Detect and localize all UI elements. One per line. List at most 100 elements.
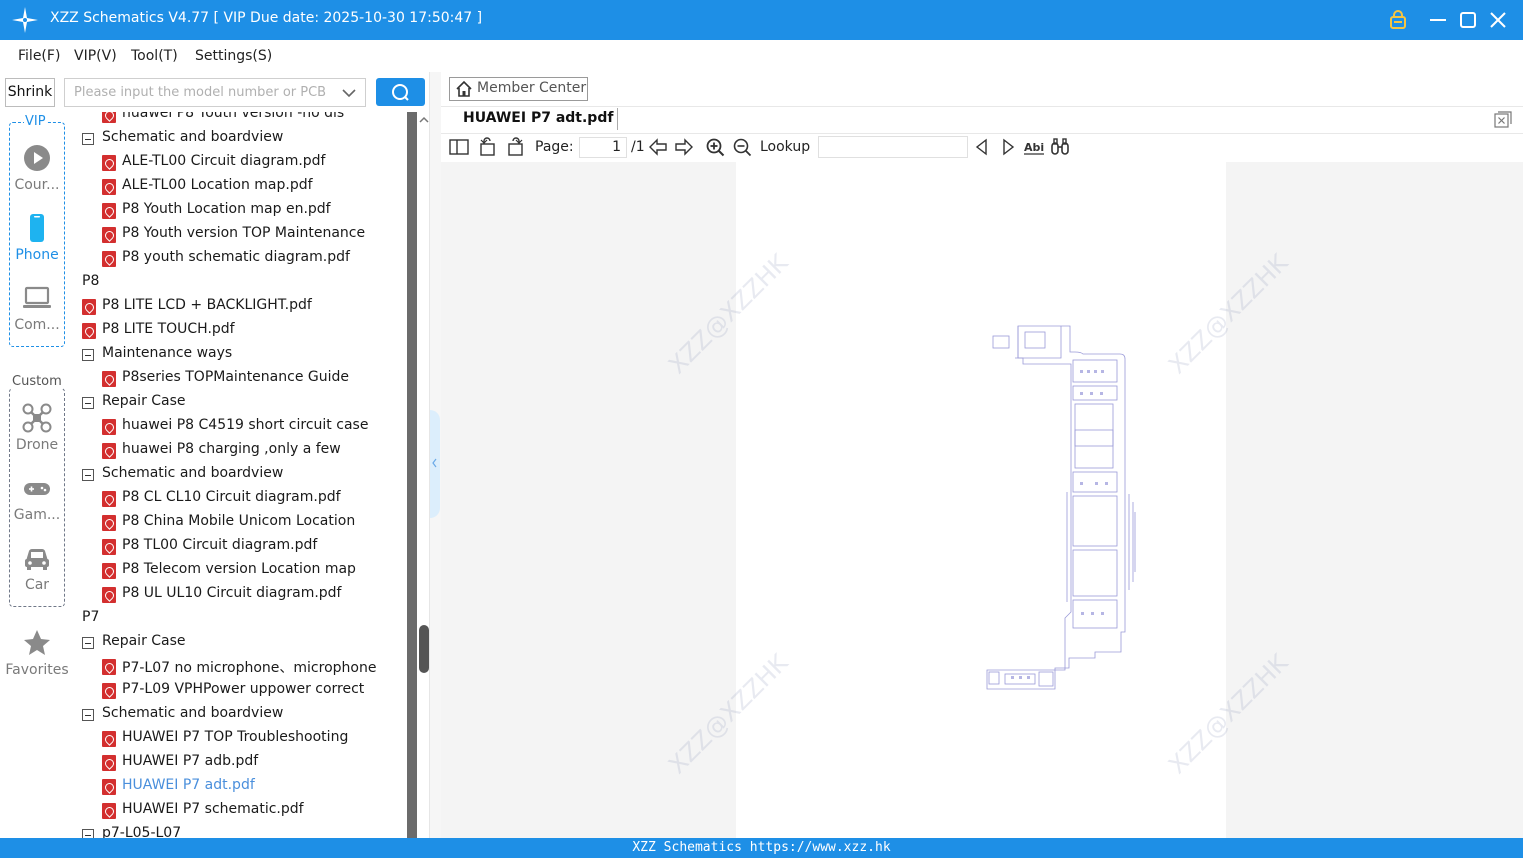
- tree-folder[interactable]: Maintenance ways: [82, 343, 407, 367]
- pdf-page[interactable]: [736, 162, 1226, 838]
- maximize-icon[interactable]: [1456, 8, 1480, 32]
- tree-folder[interactable]: p7-L05-L07: [82, 823, 407, 838]
- pdf-file-icon: [102, 251, 116, 267]
- tree-file[interactable]: HUAWEI P7 TOP Troubleshooting: [102, 727, 407, 751]
- collapse-toggle-icon[interactable]: [82, 637, 94, 649]
- tree-item-label: P8 LITE TOUCH.pdf: [102, 321, 235, 337]
- collapse-handle[interactable]: [430, 410, 440, 518]
- custom-group-label: Custom: [11, 374, 63, 389]
- sidebar-toggle-icon[interactable]: [449, 137, 469, 157]
- app-window: XZZ Schematics V4.77 [ VIP Due date: 202…: [0, 0, 1523, 858]
- collapse-toggle-icon[interactable]: [82, 469, 94, 481]
- binoculars-icon[interactable]: [1050, 137, 1070, 157]
- tree-item-label: P7-L09 VPHPower uppower correct: [122, 681, 365, 697]
- tree-folder[interactable]: P8: [74, 271, 407, 295]
- tree-item-label: HUAWEI P7 adt.pdf: [122, 777, 255, 793]
- collapse-toggle-icon[interactable]: [82, 349, 94, 361]
- tree-file[interactable]: HUAWEI P7 adt.pdf: [102, 775, 407, 799]
- pdf-file-icon: [102, 112, 116, 123]
- tree-item-label: Schematic and boardview: [102, 465, 284, 481]
- menu-tool[interactable]: Tool(T): [131, 48, 178, 64]
- zoom-in-icon[interactable]: [705, 137, 725, 157]
- tree-file[interactable]: HUAWEI P7 schematic.pdf: [102, 799, 407, 823]
- shrink-button[interactable]: Shrink: [5, 78, 55, 107]
- tree-item-label: Maintenance ways: [102, 345, 233, 361]
- tree-item-label: P8 China Mobile Unicom Location: [122, 513, 356, 529]
- close-tab-icon[interactable]: [1494, 111, 1512, 128]
- pdf-file-icon: [102, 155, 116, 171]
- tree-file[interactable]: P8 LITE LCD + BACKLIGHT.pdf: [82, 295, 407, 319]
- chevron-down-icon[interactable]: [341, 85, 357, 101]
- sidebar-item-drone[interactable]: Drone: [9, 403, 65, 453]
- close-icon[interactable]: [1486, 8, 1510, 32]
- tree-file[interactable]: P8 TL00 Circuit diagram.pdf: [102, 535, 407, 559]
- collapse-toggle-icon[interactable]: [82, 829, 94, 838]
- tree-file[interactable]: P8series TOPMaintenance Guide: [102, 367, 407, 391]
- match-case-icon[interactable]: Abi: [1023, 137, 1045, 157]
- sidebar-item-car[interactable]: Car: [9, 543, 65, 593]
- tree-file[interactable]: ALE-TL00 Circuit diagram.pdf: [102, 151, 407, 175]
- search-input[interactable]: [66, 80, 336, 105]
- tree-file[interactable]: ALE-TL00 Location map.pdf: [102, 175, 407, 199]
- tree-file[interactable]: P7-L09 VPHPower uppower correct: [102, 679, 407, 703]
- board-outline-drawing: [986, 325, 1136, 690]
- tree-item-label: HUAWEI P7 adb.pdf: [122, 753, 259, 769]
- tree-file[interactable]: huawei P8 charging ,only a few: [102, 439, 407, 463]
- pdf-file-icon: [102, 491, 116, 507]
- tree-folder[interactable]: Repair Case: [82, 391, 407, 415]
- tree-item-label: P8series TOPMaintenance Guide: [122, 369, 349, 385]
- find-previous-icon[interactable]: [972, 137, 992, 157]
- tree-folder[interactable]: Schematic and boardview: [82, 127, 407, 151]
- menu-settings[interactable]: Settings(S): [195, 48, 272, 64]
- gamepad-icon: [24, 483, 50, 495]
- zoom-out-icon[interactable]: [732, 137, 752, 157]
- tree-scrollbar-track[interactable]: [407, 112, 417, 838]
- menu-vip[interactable]: VIP(V): [74, 48, 117, 64]
- collapse-toggle-icon[interactable]: [82, 397, 94, 409]
- member-center-button[interactable]: Member Center: [449, 77, 588, 101]
- tree-file[interactable]: P8 UL UL10 Circuit diagram.pdf: [102, 583, 407, 607]
- tree-file[interactable]: huawei P8 Youth version -no dis: [102, 112, 407, 127]
- lookup-input[interactable]: [818, 136, 968, 158]
- tree-folder[interactable]: Repair Case: [82, 631, 407, 655]
- page-number-input[interactable]: 1: [579, 137, 627, 158]
- rotate-right-icon[interactable]: [505, 137, 525, 157]
- find-next-icon[interactable]: [998, 137, 1018, 157]
- minimize-icon[interactable]: [1426, 8, 1450, 32]
- tree-file[interactable]: HUAWEI P7 adb.pdf: [102, 751, 407, 775]
- tree-item-label: huawei P8 Youth version -no dis: [122, 112, 345, 121]
- collapse-toggle-icon[interactable]: [82, 133, 94, 145]
- sidebar-item-gamepad[interactable]: Gam...: [9, 473, 65, 523]
- menu-file[interactable]: File(F): [18, 48, 60, 64]
- tree-folder[interactable]: P7: [74, 607, 407, 631]
- sidebar-item-courses[interactable]: Cour...: [9, 143, 65, 193]
- sidebar-item-phone[interactable]: Phone: [9, 213, 65, 263]
- tree-scrollbar-thumb[interactable]: [419, 625, 429, 673]
- status-bar: XZZ Schematics https://www.xzz.hk: [0, 838, 1523, 858]
- sidebar-item-computer[interactable]: Com...: [9, 283, 65, 333]
- tree-file[interactable]: huawei P8 C4519 short circuit case: [102, 415, 407, 439]
- search-button[interactable]: [376, 78, 425, 106]
- tree-file[interactable]: P8 Telecom version Location map: [102, 559, 407, 583]
- play-circle-icon: [24, 145, 50, 171]
- tree-folder[interactable]: Schematic and boardview: [82, 703, 407, 727]
- tree-file[interactable]: P8 China Mobile Unicom Location: [102, 511, 407, 535]
- phone-icon: [30, 214, 44, 242]
- arrow-left-icon[interactable]: [648, 137, 668, 157]
- tree-file[interactable]: P8 youth schematic diagram.pdf: [102, 247, 407, 271]
- tree-file[interactable]: P8 Youth version TOP Maintenance: [102, 223, 407, 247]
- tree-folder[interactable]: Schematic and boardview: [82, 463, 407, 487]
- tree-file[interactable]: P8 Youth Location map en.pdf: [102, 199, 407, 223]
- tree-file[interactable]: P8 CL CL10 Circuit diagram.pdf: [102, 487, 407, 511]
- laptop-icon: [23, 286, 51, 308]
- collapse-toggle-icon[interactable]: [82, 709, 94, 721]
- rotate-left-icon[interactable]: [478, 137, 498, 157]
- sidebar-item-favorites[interactable]: Favorites: [2, 628, 72, 678]
- lock-icon[interactable]: [1386, 8, 1410, 32]
- tree-file[interactable]: P7-L07 no microphone、microphone: [102, 655, 407, 679]
- tab-active-document[interactable]: HUAWEI P7 adt.pdf: [463, 110, 613, 126]
- home-icon: [456, 80, 472, 97]
- tree-item-label: Schematic and boardview: [102, 129, 284, 145]
- tree-file[interactable]: P8 LITE TOUCH.pdf: [82, 319, 407, 343]
- arrow-right-icon[interactable]: [674, 137, 694, 157]
